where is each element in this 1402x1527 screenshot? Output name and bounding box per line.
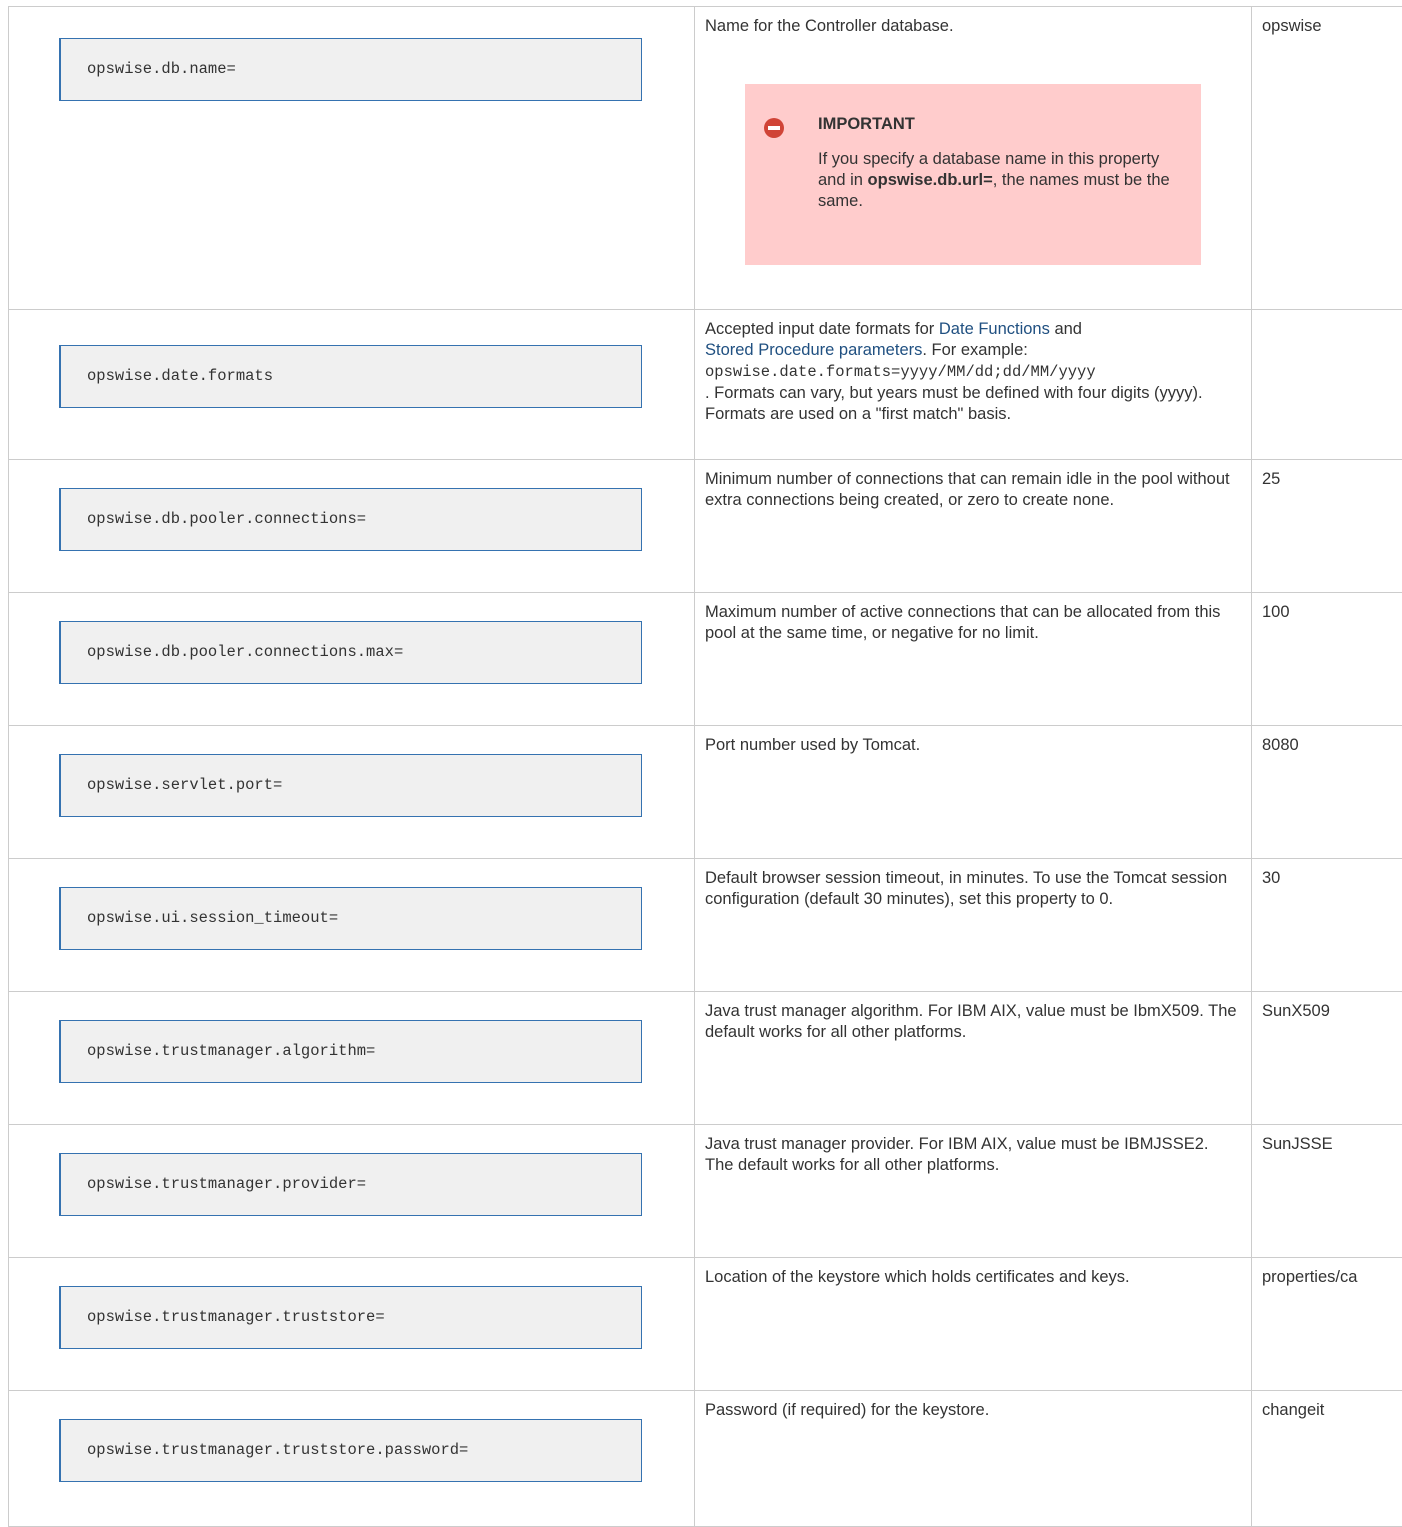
table-row: opswise.servlet.port= Port number used b… xyxy=(9,726,1402,859)
description-cell: Java trust manager algorithm. For IBM AI… xyxy=(695,992,1252,1125)
properties-table: opswise.db.name= Name for the Controller… xyxy=(8,6,1402,1527)
property-cell: opswise.trustmanager.provider= xyxy=(9,1125,695,1258)
default-cell xyxy=(1252,310,1402,460)
description-text: Name for the Controller database. xyxy=(705,16,1241,37)
description-text: Java trust manager provider. For IBM AIX… xyxy=(705,1134,1241,1176)
default-cell: changeit xyxy=(1252,1391,1402,1527)
link-stored-procedure-parameters[interactable]: Stored Procedure parameters xyxy=(705,341,922,359)
description-cell: Password (if required) for the keystore. xyxy=(695,1391,1252,1527)
property-cell: opswise.servlet.port= xyxy=(9,726,695,859)
default-cell: opswise xyxy=(1252,7,1402,310)
default-cell: SunJSSE xyxy=(1252,1125,1402,1258)
description-cell: Java trust manager provider. For IBM AIX… xyxy=(695,1125,1252,1258)
important-callout: IMPORTANT If you specify a database name… xyxy=(745,84,1201,265)
default-cell: properties/ca xyxy=(1252,1258,1402,1391)
property-code-block: opswise.trustmanager.provider= xyxy=(59,1153,642,1216)
property-code-block: opswise.db.pooler.connections.max= xyxy=(59,621,642,684)
property-cell: opswise.db.name= xyxy=(9,7,695,310)
description-cell: Name for the Controller database. IMPORT… xyxy=(695,7,1252,310)
table-row: opswise.db.pooler.connections.max= Maxim… xyxy=(9,593,1402,726)
default-cell: SunX509 xyxy=(1252,992,1402,1125)
description-part: and xyxy=(1050,320,1082,338)
property-cell: opswise.db.pooler.connections= xyxy=(9,460,695,593)
property-cell: opswise.date.formats xyxy=(9,310,695,460)
default-cell: 25 xyxy=(1252,460,1402,593)
property-code-block: opswise.trustmanager.truststore.password… xyxy=(59,1419,642,1482)
description-cell: Accepted input date formats for Date Fun… xyxy=(695,310,1252,460)
error-minus-icon xyxy=(763,117,785,139)
table-row: opswise.trustmanager.provider= Java trus… xyxy=(9,1125,1402,1258)
property-cell: opswise.trustmanager.truststore.password… xyxy=(9,1391,695,1527)
example-code: opswise.date.formats=yyyy/MM/dd;dd/MM/yy… xyxy=(705,363,1096,381)
property-code-block: opswise.ui.session_timeout= xyxy=(59,887,642,950)
property-cell: opswise.trustmanager.truststore= xyxy=(9,1258,695,1391)
description-part: Accepted input date formats for xyxy=(705,320,939,338)
property-code-block: opswise.trustmanager.algorithm= xyxy=(59,1020,642,1083)
description-cell: Port number used by Tomcat. xyxy=(695,726,1252,859)
property-code-block: opswise.servlet.port= xyxy=(59,754,642,817)
description-text: Location of the keystore which holds cer… xyxy=(705,1267,1241,1288)
default-cell: 30 xyxy=(1252,859,1402,992)
property-cell: opswise.db.pooler.connections.max= xyxy=(9,593,695,726)
default-cell: 8080 xyxy=(1252,726,1402,859)
description-text: Default browser session timeout, in minu… xyxy=(705,868,1241,910)
property-code-block: opswise.date.formats xyxy=(59,345,642,408)
property-code-block: opswise.db.name= xyxy=(59,38,642,101)
property-code-block: opswise.db.pooler.connections= xyxy=(59,488,642,551)
description-text: Accepted input date formats for Date Fun… xyxy=(705,320,1203,423)
table-row: opswise.trustmanager.truststore.password… xyxy=(9,1391,1402,1527)
table-row: opswise.trustmanager.algorithm= Java tru… xyxy=(9,992,1402,1125)
property-cell: opswise.ui.session_timeout= xyxy=(9,859,695,992)
description-part: . For example: xyxy=(922,341,1027,359)
table-row: opswise.db.name= Name for the Controller… xyxy=(9,7,1402,310)
link-date-functions[interactable]: Date Functions xyxy=(939,320,1050,338)
callout-title: IMPORTANT xyxy=(818,114,1181,135)
description-cell: Minimum number of connections that can r… xyxy=(695,460,1252,593)
description-cell: Location of the keystore which holds cer… xyxy=(695,1258,1252,1391)
description-text: Minimum number of connections that can r… xyxy=(705,469,1241,511)
description-text: Password (if required) for the keystore. xyxy=(705,1400,1241,1421)
table-row: opswise.db.pooler.connections= Minimum n… xyxy=(9,460,1402,593)
table-row: opswise.date.formats Accepted input date… xyxy=(9,310,1402,460)
property-code-block: opswise.trustmanager.truststore= xyxy=(59,1286,642,1349)
callout-bold-property: opswise.db.url= xyxy=(868,171,993,189)
default-cell: 100 xyxy=(1252,593,1402,726)
property-cell: opswise.trustmanager.algorithm= xyxy=(9,992,695,1125)
description-cell: Maximum number of active connections tha… xyxy=(695,593,1252,726)
table-row: opswise.trustmanager.truststore= Locatio… xyxy=(9,1258,1402,1391)
description-part: . Formats can vary, but years must be de… xyxy=(705,384,1203,423)
table-row: opswise.ui.session_timeout= Default brow… xyxy=(9,859,1402,992)
description-cell: Default browser session timeout, in minu… xyxy=(695,859,1252,992)
callout-text: If you specify a database name in this p… xyxy=(818,149,1181,212)
description-text: Maximum number of active connections tha… xyxy=(705,602,1241,644)
description-text: Port number used by Tomcat. xyxy=(705,735,1241,756)
description-text: Java trust manager algorithm. For IBM AI… xyxy=(705,1001,1241,1043)
